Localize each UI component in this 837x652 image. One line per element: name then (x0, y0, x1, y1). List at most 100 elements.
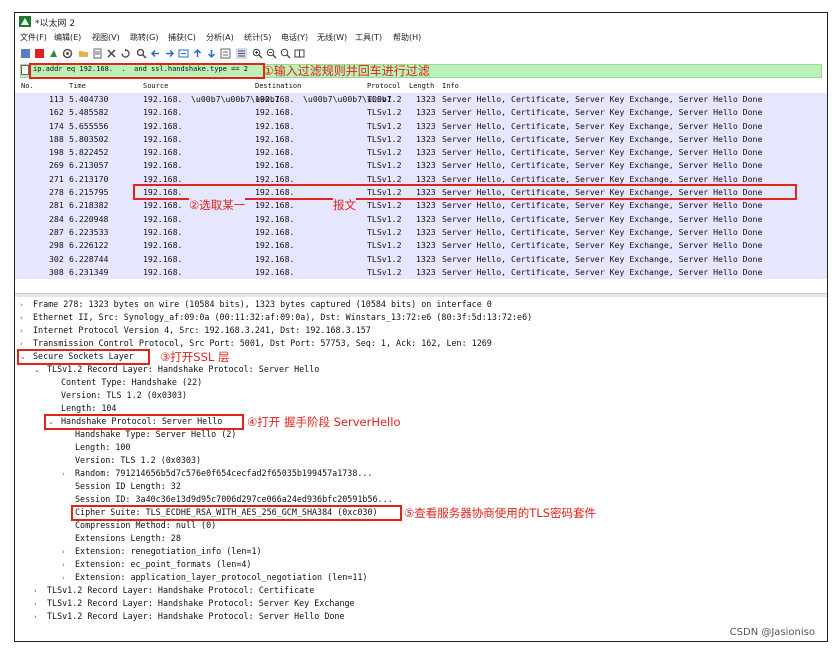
menu-file[interactable]: 文件(F) (20, 32, 47, 43)
restart-capture-icon[interactable] (48, 48, 59, 59)
menu-capture[interactable]: 捕获(C) (168, 32, 196, 43)
packet-row[interactable]: 269 6.213057 192.168. 192.168. TLSv1.2 1323 Se… (15, 159, 827, 173)
autoscroll-icon[interactable] (220, 48, 231, 59)
menu-tools[interactable]: 工具(T) (355, 32, 382, 43)
menu-help[interactable]: 帮助(H) (393, 32, 421, 43)
random-line[interactable]: Random: 791214656b5d7c576e0f654cecfad2f6… (75, 468, 373, 478)
extension-line[interactable]: Extension: ec_point_formats (len=4) (75, 559, 251, 569)
expand-arrow-icon[interactable]: › (34, 600, 37, 608)
reload-icon[interactable] (120, 48, 131, 59)
col-no[interactable]: No. (21, 82, 34, 90)
content-type-line[interactable]: Content Type: Handshake (22) (61, 377, 202, 387)
length-line[interactable]: Length: 104 (61, 403, 116, 413)
extension-line[interactable]: Extension: renegotiation_info (len=1) (75, 546, 262, 556)
menu-edit[interactable]: 编辑(E) (54, 32, 81, 43)
pane-splitter[interactable] (15, 293, 827, 297)
first-packet-icon[interactable] (192, 48, 203, 59)
ssl-annotation: ③打开SSL 层 (160, 350, 230, 364)
packet-row[interactable]: 298 6.226122 192.168. 192.168. TLSv1.2 1323 Se… (15, 239, 827, 253)
save-file-icon[interactable] (92, 48, 103, 59)
menu-telephony[interactable]: 电话(Y) (281, 32, 308, 43)
col-destination[interactable]: Destination (255, 82, 301, 90)
col-source[interactable]: Source (143, 82, 168, 90)
expand-arrow-icon[interactable]: › (62, 561, 65, 569)
expand-arrow-icon[interactable]: › (20, 340, 23, 348)
packet-row[interactable]: 281 6.218382 192.168. 192.168. TLSv1.2 1323 Se… (15, 199, 827, 213)
compression-line[interactable]: Compression Method: null (0) (75, 520, 216, 530)
filter-annotation: ①输入过滤规则并回车进行过滤 (263, 64, 430, 78)
hs-length-line[interactable]: Length: 100 (75, 442, 130, 452)
select-annotation-tail: 报文 (333, 197, 356, 213)
packet-row[interactable]: 302 6.228744 192.168. 192.168. TLSv1.2 1323 Se… (15, 252, 827, 266)
expand-arrow-icon[interactable]: › (62, 548, 65, 556)
packet-row[interactable]: 174 5.655556 192.168. 192.168. TLSv1.2 1323 Se… (15, 119, 827, 133)
packet-row[interactable]: 113 5.404730 192.168. \u00b7\u00b7\u00b7 192… (15, 93, 827, 107)
expand-arrow-icon[interactable]: › (20, 327, 23, 335)
frame-line[interactable]: Frame 278: 1323 bytes on wire (10584 bit… (33, 299, 492, 309)
handshake-annotation: ④打开 握手阶段 ServerHello (247, 415, 401, 429)
wireshark-fin-icon (19, 16, 31, 27)
stop-capture-icon[interactable] (34, 48, 45, 59)
ethernet-line[interactable]: Ethernet II, Src: Synology_af:09:0a (00:… (33, 312, 532, 322)
cipher-highlight-box (71, 505, 402, 521)
ip-line[interactable]: Internet Protocol Version 4, Src: 192.16… (33, 325, 371, 335)
filter-highlight-box (29, 63, 265, 79)
expand-arrow-icon[interactable]: › (62, 470, 65, 478)
expand-arrow-icon[interactable]: › (20, 314, 23, 322)
expand-arrow-icon[interactable]: › (34, 613, 37, 621)
go-back-icon[interactable] (150, 48, 161, 59)
extension-line[interactable]: Extension: application_layer_protocol_ne… (75, 572, 367, 582)
capture-options-icon[interactable] (62, 48, 73, 59)
packet-row[interactable]: 162 5.485582 192.168. 192.168. TLSv1.2 1323 Se… (15, 106, 827, 120)
go-forward-icon[interactable] (164, 48, 175, 59)
extensions-length-line[interactable]: Extensions Length: 28 (75, 533, 181, 543)
packet-row[interactable]: 308 6.231349 192.168. 192.168. TLSv1.2 1323 Se… (15, 265, 827, 280)
handshake-highlight-box (44, 414, 244, 430)
menu-view[interactable]: 视图(V) (92, 32, 120, 43)
packet-row[interactable]: 284 6.220948 192.168. 192.168. TLSv1.2 1323 Se… (15, 212, 827, 226)
menu-statistics[interactable]: 统计(S) (244, 32, 271, 43)
find-packet-icon[interactable] (136, 48, 147, 59)
bookmark-filter-icon[interactable] (21, 65, 29, 75)
version-line[interactable]: Version: TLS 1.2 (0x0303) (61, 390, 187, 400)
go-to-packet-icon[interactable] (178, 48, 189, 59)
close-file-icon[interactable] (106, 48, 117, 59)
hs-version-line[interactable]: Version: TLS 1.2 (0x0303) (75, 455, 201, 465)
session-id-length-line[interactable]: Session ID Length: 32 (75, 481, 181, 491)
record-certificate-line[interactable]: TLSv1.2 Record Layer: Handshake Protocol… (47, 585, 314, 595)
col-info[interactable]: Info (442, 82, 459, 90)
colorize-icon[interactable] (236, 48, 247, 59)
last-packet-icon[interactable] (206, 48, 217, 59)
hs-type-line[interactable]: Handshake Type: Server Hello (2) (75, 429, 236, 439)
record-line[interactable]: TLSv1.2 Record Layer: Handshake Protocol… (47, 364, 319, 374)
expand-arrow-icon[interactable]: › (62, 574, 65, 582)
packet-row[interactable]: 188 5.803502 192.168. 192.168. TLSv1.2 1323 Se… (15, 132, 827, 147)
col-time[interactable]: Time (69, 82, 86, 90)
zoom-in-icon[interactable] (252, 48, 263, 59)
packet-row[interactable]: 198 5.822452 192.168. 192.168. TLSv1.2 1323 Se… (15, 146, 827, 160)
menu-wireless[interactable]: 无线(W) (317, 32, 347, 43)
resize-columns-icon[interactable] (294, 48, 305, 59)
window-title: *以太网 2 (35, 19, 76, 29)
ssl-highlight-box (17, 349, 150, 365)
zoom-out-icon[interactable] (266, 48, 277, 59)
expand-arrow-icon[interactable]: › (34, 587, 37, 595)
session-id-line[interactable]: Session ID: 3a40c36e13d9d95c7006d297ce06… (75, 494, 393, 504)
packet-list-header: No. Time Source Destination Protocol Len… (15, 81, 827, 92)
menu-go[interactable]: 跳转(G) (130, 32, 158, 43)
collapse-arrow-icon[interactable]: ⌄ (34, 366, 40, 374)
tcp-line[interactable]: Transmission Control Protocol, Src Port:… (33, 338, 492, 348)
start-capture-icon[interactable] (20, 48, 31, 59)
col-protocol[interactable]: Protocol (367, 82, 401, 90)
menu-bar: 文件(F) 编辑(E) 视图(V) 跳转(G) 捕获(C) 分析(A) 统计(S… (15, 31, 827, 45)
col-length[interactable]: Length (409, 82, 434, 90)
csdn-watermark: CSDN @Jasioniso (729, 627, 815, 638)
menu-analyze[interactable]: 分析(A) (206, 32, 234, 43)
open-file-icon[interactable] (78, 48, 89, 59)
record-hello-done-line[interactable]: TLSv1.2 Record Layer: Handshake Protocol… (47, 611, 345, 621)
record-key-exchange-line[interactable]: TLSv1.2 Record Layer: Handshake Protocol… (47, 598, 355, 608)
select-annotation: ②选取某一 (189, 197, 246, 213)
zoom-reset-icon[interactable] (280, 48, 291, 59)
packet-row[interactable]: 287 6.223533 192.168. 192.168. TLSv1.2 1323 Se… (15, 225, 827, 240)
expand-arrow-icon[interactable]: › (20, 301, 23, 309)
